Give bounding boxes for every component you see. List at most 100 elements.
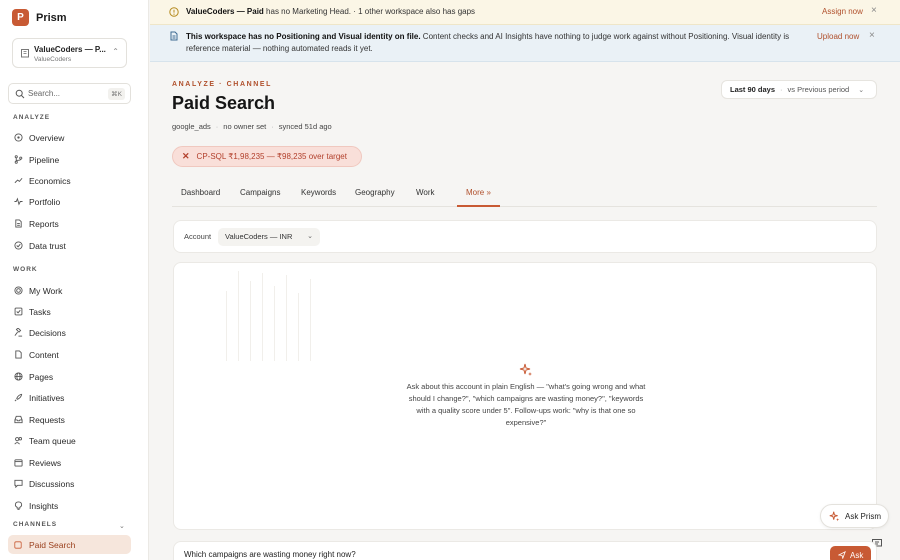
sidebar-item-tasks[interactable]: Tasks: [8, 302, 131, 321]
tab-work[interactable]: Work: [416, 188, 435, 207]
sidebar-item-label: Pages: [29, 371, 54, 382]
sidebar-item-portfolio[interactable]: Portfolio: [8, 192, 131, 211]
search-shortcut: ⌘K: [108, 88, 125, 100]
info-banner: This workspace has no Positioning and Vi…: [150, 25, 900, 62]
close-icon[interactable]: ×: [871, 5, 877, 16]
workspace-switcher[interactable]: ValueCoders — P... ValueCoders ⌃: [12, 38, 127, 68]
ask-input[interactable]: Which campaigns are wasting money right …: [184, 550, 356, 559]
tab-more[interactable]: More »: [457, 188, 500, 207]
warning-banner-text: ValueCoders — Paid has no Marketing Head…: [186, 6, 475, 18]
search-input[interactable]: Search... ⌘K: [8, 83, 131, 104]
sidebar-item-team-queue[interactable]: Team queue: [8, 431, 131, 450]
period-compare: vs Previous period: [787, 85, 850, 94]
checkbox-icon: [13, 307, 23, 317]
sidebar-item-paid-search[interactable]: Paid Search: [8, 535, 131, 554]
sidebar-item-decisions[interactable]: Decisions: [8, 323, 131, 342]
ask-prism-label: Ask Prism: [845, 511, 881, 521]
users-icon: [13, 436, 23, 446]
sidebar-item-pages[interactable]: Pages: [8, 367, 131, 386]
pulse-icon: [13, 197, 23, 207]
sidebar-item-initiatives[interactable]: Initiatives: [8, 388, 131, 407]
pattern-line: [226, 291, 227, 361]
sidebar-item-content[interactable]: Content: [8, 345, 131, 364]
pattern-line: [298, 293, 299, 361]
chevron-down-icon[interactable]: ⌄: [260, 101, 268, 112]
meta-synced: synced 51d ago: [278, 122, 332, 131]
tab-campaigns[interactable]: Campaigns: [240, 188, 280, 207]
workspace-org: ValueCoders: [34, 56, 72, 63]
sidebar-item-label: Requests: [29, 414, 65, 425]
sidebar-item-discussions[interactable]: Discussions: [8, 474, 131, 493]
assign-now-link[interactable]: Assign now: [822, 7, 863, 16]
ask-submit-button[interactable]: Ask: [830, 546, 871, 560]
sidebar-item-label: Insights: [29, 500, 59, 511]
gavel-icon: [13, 328, 23, 338]
sidebar-item-label: Pipeline: [29, 154, 60, 165]
pattern-line: [238, 271, 239, 361]
sidebar-item-insights[interactable]: Insights: [8, 496, 131, 515]
cp-sql-alert-pill[interactable]: ✕ CP-SQL ₹1,98,235 — ₹98,235 over target: [172, 146, 362, 167]
rocket-icon: [13, 393, 23, 403]
tab-geography[interactable]: Geography: [355, 188, 395, 207]
sparkle-icon: [519, 363, 532, 376]
sidebar-item-label: Discussions: [29, 478, 75, 489]
period-selector[interactable]: Last 90 days · vs Previous period ⌄: [721, 80, 877, 99]
workspace-name: ValueCoders — P...: [34, 45, 106, 54]
pattern-line: [286, 275, 287, 361]
upload-now-link[interactable]: Upload now: [817, 32, 859, 41]
sidebar-item-pipeline[interactable]: Pipeline: [8, 150, 131, 169]
sidebar-item-data-trust[interactable]: Data trust: [8, 236, 131, 255]
sidebar-item-my-work[interactable]: My Work: [8, 281, 131, 300]
chevron-down-icon[interactable]: ⌄: [119, 522, 125, 530]
ask-prism-button[interactable]: Ask Prism: [820, 504, 889, 528]
chevron-down-icon: ⌄: [307, 233, 313, 240]
brand[interactable]: P Prism: [12, 9, 67, 26]
sidebar-item-reports[interactable]: Reports: [8, 214, 131, 233]
circle-dot-icon: [13, 133, 23, 143]
sidebar-item-requests[interactable]: Requests: [8, 410, 131, 429]
meta-source: google_ads: [172, 122, 211, 131]
warning-banner-bold: ValueCoders — Paid: [186, 7, 264, 16]
close-icon[interactable]: ×: [869, 30, 875, 41]
info-banner-bold: This workspace has no Positioning and Vi…: [186, 32, 421, 41]
building-icon: [21, 49, 29, 58]
section-label-analyze: ANALYZE: [13, 114, 51, 121]
document-icon: [13, 219, 23, 229]
send-icon: [838, 551, 846, 559]
sidebar-item-label: Content: [29, 349, 59, 360]
warning-banner: ValueCoders — Paid has no Marketing Head…: [150, 0, 900, 25]
sidebar-item-label: Decisions: [29, 327, 66, 338]
sidebar-item-label: Paid Search: [29, 539, 76, 550]
ad-icon: [13, 540, 23, 550]
channel-meta: google_ads · no owner set · synced 51d ago: [172, 122, 332, 131]
sidebar-item-label: Economics: [29, 175, 71, 186]
brand-name: Prism: [36, 11, 67, 24]
file-icon: [13, 350, 23, 360]
tab-dashboard[interactable]: Dashboard: [181, 188, 220, 207]
target-icon: [13, 286, 23, 296]
alert-text: CP-SQL ₹1,98,235 — ₹98,235 over target: [196, 152, 347, 161]
pattern-line: [310, 279, 311, 361]
sidebar-item-overview[interactable]: Overview: [8, 128, 131, 147]
sidebar-item-label: My Work: [29, 285, 63, 296]
account-select[interactable]: ValueCoders — INR ⌄: [218, 228, 320, 246]
sidebar: P Prism ValueCoders — P... ValueCoders ⌃…: [0, 0, 149, 560]
sidebar-item-label: Initiatives: [29, 392, 65, 403]
chevron-updown-icon: ⌃: [112, 47, 119, 56]
breadcrumb: ANALYZE · CHANNEL: [172, 81, 273, 88]
section-label-work: WORK: [13, 266, 38, 273]
sidebar-item-label: Overview: [29, 132, 65, 143]
sidebar-item-economics[interactable]: Economics: [8, 171, 131, 190]
tab-keywords[interactable]: Keywords: [301, 188, 336, 207]
sidebar-item-reviews[interactable]: Reviews: [8, 453, 131, 472]
ask-input-row: Which campaigns are wasting money right …: [173, 541, 877, 560]
warning-banner-body: has no Marketing Head. · 1 other workspa…: [266, 7, 476, 16]
sidebar-item-label: Reports: [29, 218, 59, 229]
globe-icon: [13, 372, 23, 382]
sparkle-icon: [829, 511, 840, 521]
info-banner-text: This workspace has no Positioning and Vi…: [186, 31, 798, 55]
message-icon: [13, 479, 23, 489]
channel-tabs: Dashboard Campaigns Keywords Geography W…: [172, 184, 877, 207]
search-icon: [15, 89, 25, 99]
branch-icon: [13, 155, 23, 165]
